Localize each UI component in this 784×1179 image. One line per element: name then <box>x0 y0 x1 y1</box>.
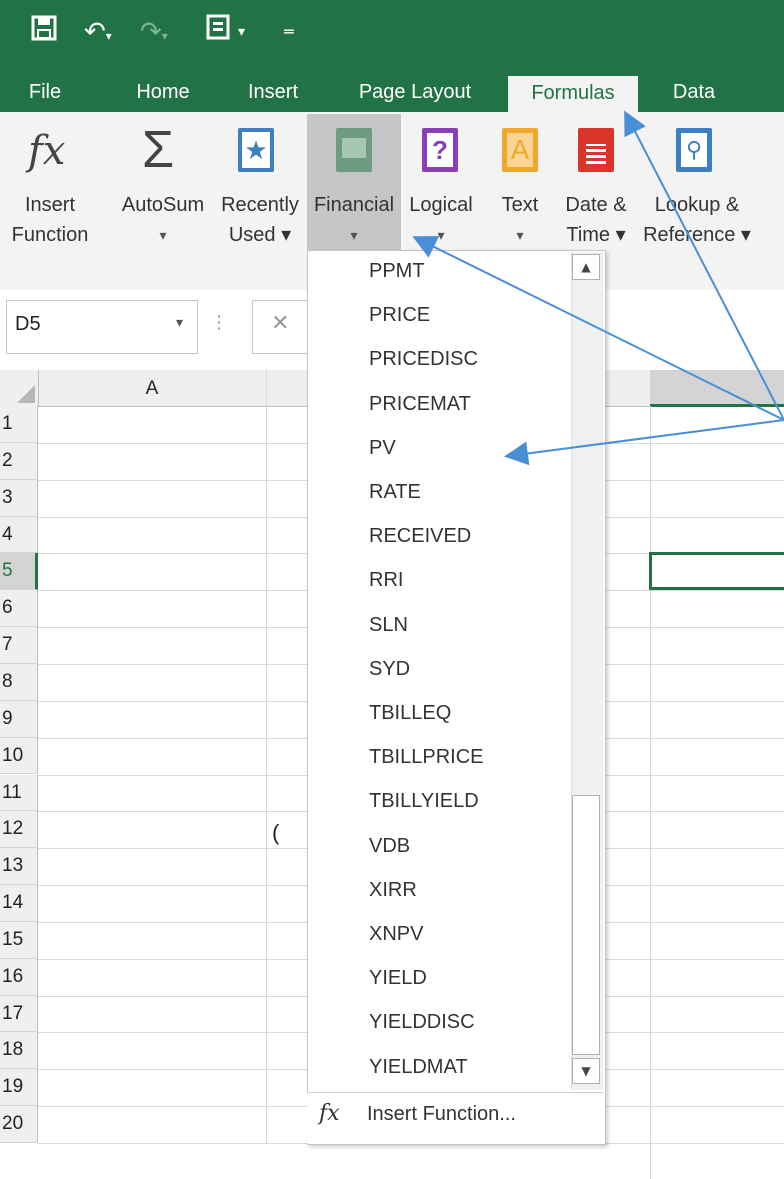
financial-book-icon <box>336 128 372 172</box>
fx-icon: fx <box>28 128 66 174</box>
row-header[interactable]: 17 <box>0 995 38 1033</box>
column-header-d[interactable] <box>650 370 784 407</box>
row-header[interactable]: 12 <box>0 811 38 849</box>
text-button[interactable]: A Text ▾ <box>490 114 550 254</box>
row-header[interactable]: 20 <box>0 1106 38 1143</box>
scroll-up-button[interactable]: ▲ <box>572 254 600 280</box>
search-book-icon: ⚲ <box>676 128 712 172</box>
name-box[interactable]: D5 ▾ <box>6 300 198 354</box>
menu-item-tbillyield[interactable]: TBILLYIELD <box>369 786 479 816</box>
row-header[interactable]: 18 <box>0 1032 38 1070</box>
fx-small-icon: fx <box>319 1101 340 1126</box>
tab-insert[interactable]: Insert <box>234 72 312 112</box>
menu-item-sln[interactable]: SLN <box>369 610 408 640</box>
lookup-reference-button[interactable]: ⚲ Lookup & Reference ▾ <box>640 114 754 254</box>
row-header[interactable]: 9 <box>0 700 38 738</box>
row-header[interactable]: 11 <box>0 774 38 812</box>
title-bar <box>0 0 784 72</box>
insert-function-button[interactable]: fx Insert Function <box>0 114 100 254</box>
autosum-button[interactable]: Σ AutoSum ▾ <box>114 114 212 254</box>
menu-item-rate[interactable]: RATE <box>369 477 421 507</box>
formula-bar-grip-icon: ⋮ <box>210 312 228 333</box>
financial-button[interactable]: Financial ▾ <box>307 114 401 254</box>
row-header[interactable]: 14 <box>0 885 38 922</box>
gridline-col <box>650 406 651 1179</box>
name-box-dropdown-icon[interactable]: ▾ <box>176 315 183 331</box>
insert-function-menu-item[interactable]: fx Insert Function... <box>307 1092 604 1143</box>
select-all-corner[interactable] <box>0 370 39 406</box>
active-cell-d5[interactable] <box>649 552 784 590</box>
tab-data[interactable]: Data <box>656 72 732 112</box>
redo-icon[interactable]: ↷▾ <box>140 14 168 54</box>
star-book-icon: ★ <box>238 128 274 172</box>
menu-item-tbillprice[interactable]: TBILLPRICE <box>369 742 483 772</box>
row-header[interactable]: 1 <box>0 406 38 443</box>
menu-item-received[interactable]: RECEIVED <box>369 521 471 551</box>
cell-b12[interactable]: ( <box>272 820 279 846</box>
scroll-thumb[interactable] <box>572 795 600 1055</box>
date-time-button[interactable]: Date & Time ▾ <box>556 114 636 254</box>
calendar-book-icon <box>578 128 614 172</box>
form-icon[interactable] <box>206 14 230 50</box>
row-header[interactable]: 19 <box>0 1069 38 1107</box>
menu-item-pricemat[interactable]: PRICEMAT <box>369 389 471 419</box>
menu-item-pv[interactable]: PV <box>369 433 396 463</box>
row-header[interactable]: 5 <box>0 553 38 591</box>
menu-item-price[interactable]: PRICE <box>369 300 430 330</box>
text-book-icon: A <box>502 128 538 172</box>
menu-item-pricedisc[interactable]: PRICEDISC <box>369 344 478 374</box>
sigma-icon: Σ <box>142 121 175 179</box>
menu-item-vdb[interactable]: VDB <box>369 831 410 861</box>
row-header[interactable]: 7 <box>0 627 38 664</box>
row-header[interactable]: 15 <box>0 921 38 959</box>
row-header[interactable]: 6 <box>0 590 38 628</box>
insert-function-label: Insert Function... <box>367 1103 516 1125</box>
tab-file[interactable]: File <box>14 72 76 112</box>
row-header[interactable]: 8 <box>0 663 38 701</box>
undo-icon[interactable]: ↶▾ <box>84 14 112 54</box>
row-header[interactable]: 2 <box>0 442 38 480</box>
menu-item-rri[interactable]: RRI <box>369 565 403 595</box>
customize-qat-icon[interactable]: ═ <box>284 14 294 50</box>
qat-dropdown-icon[interactable]: ▾ <box>238 14 245 50</box>
cancel-icon[interactable]: ✕ <box>271 311 289 336</box>
row-header[interactable]: 10 <box>0 737 38 775</box>
scroll-down-button[interactable]: ▼ <box>572 1058 600 1084</box>
menu-item-xnpv[interactable]: XNPV <box>369 919 423 949</box>
column-header-a[interactable]: A <box>38 370 267 406</box>
tab-page-layout[interactable]: Page Layout <box>340 72 490 112</box>
menu-item-xirr[interactable]: XIRR <box>369 875 417 905</box>
row-header[interactable]: 13 <box>0 848 38 886</box>
menu-item-yield[interactable]: YIELD <box>369 963 427 993</box>
menu-item-yielddisc[interactable]: YIELDDISC <box>369 1007 475 1037</box>
menu-item-syd[interactable]: SYD <box>369 654 410 684</box>
formula-bar-buttons: ✕ <box>252 300 314 354</box>
question-book-icon: ? <box>422 128 458 172</box>
row-header[interactable]: 4 <box>0 516 38 554</box>
tab-formulas[interactable]: Formulas <box>508 76 638 112</box>
menu-item-yieldmat[interactable]: YIELDMAT <box>369 1052 468 1082</box>
menu-item-tbilleq[interactable]: TBILLEQ <box>369 698 451 728</box>
gridline-col <box>266 370 267 1143</box>
recently-used-button[interactable]: ★ Recently Used ▾ <box>216 114 304 254</box>
row-header[interactable]: 3 <box>0 479 38 517</box>
menu-item-ppmt[interactable]: PPMT <box>369 256 425 286</box>
logical-button[interactable]: ? Logical ▾ <box>404 114 478 254</box>
save-icon[interactable] <box>30 14 58 52</box>
tab-home[interactable]: Home <box>120 72 206 112</box>
row-header[interactable]: 16 <box>0 958 38 996</box>
